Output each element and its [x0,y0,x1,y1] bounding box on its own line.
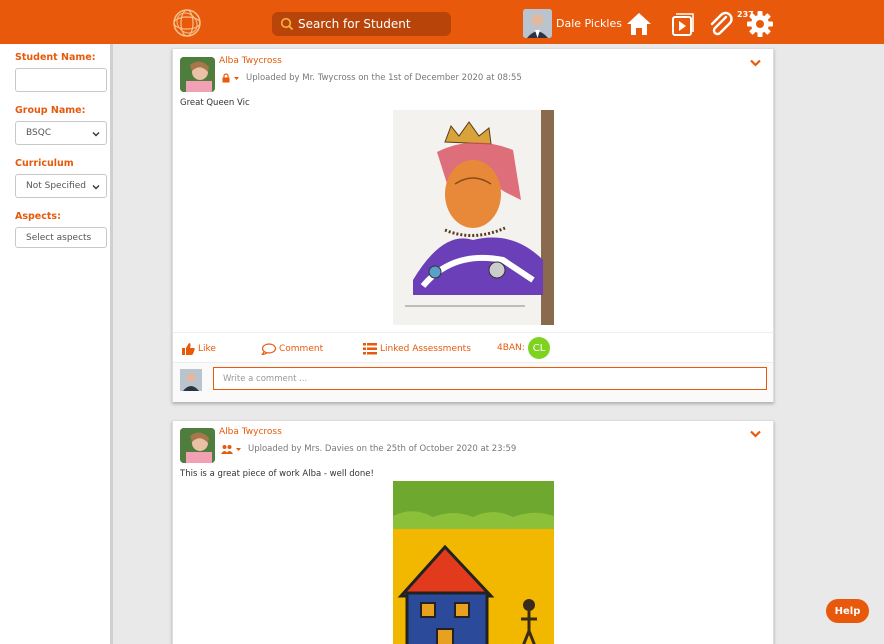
group-name-value: BSQC [26,128,52,138]
student-avatar[interactable] [180,57,215,92]
post-card: Alba Twycross Uploaded by Mrs. Davies on… [172,420,774,644]
student-name-label: Student Name: [15,52,96,63]
comment-button[interactable]: Comment [261,343,323,355]
search-student-button[interactable]: Search for Student [272,12,451,36]
student-name-input[interactable] [15,68,107,92]
chevron-down-icon[interactable] [750,430,761,438]
paperclip-icon[interactable] [706,9,736,39]
like-button[interactable]: Like [182,343,216,355]
caret-down-icon[interactable] [233,75,240,82]
commenter-avatar [180,369,202,391]
post-card: Alba Twycross Uploaded by Mr. Twycross o… [172,48,774,402]
user-name[interactable]: Dale Pickles [556,17,622,30]
chevron-down-icon [92,185,100,190]
search-label: Search for Student [298,17,411,31]
linked-assessments-label: Linked Assessments [380,344,471,354]
post-author[interactable]: Alba Twycross [219,56,282,66]
chevron-down-icon[interactable] [750,59,761,67]
curriculum-select[interactable]: Not Specified [15,174,107,198]
aspects-label: Aspects: [15,211,61,222]
commenter-avatar-image [180,369,202,391]
house-painting-image [393,481,554,644]
post-author[interactable]: Alba Twycross [219,427,282,437]
chevron-down-icon [92,132,100,137]
like-label: Like [198,344,216,354]
media-icon[interactable] [668,9,698,39]
aspects-select[interactable]: Select aspects [15,227,107,248]
post-meta: Uploaded by Mr. Twycross on the 1st of D… [221,73,522,83]
post-photo[interactable] [393,481,554,644]
help-button[interactable]: Help [826,599,869,623]
comment-icon [261,343,276,355]
post-caption: Great Queen Vic [180,98,250,108]
group-name-label: Group Name: [15,105,86,116]
filter-sidebar: Student Name: Group Name: BSQC Curriculu… [0,44,113,644]
post-caption: This is a great piece of work Alba - wel… [180,469,374,479]
caret-down-icon[interactable] [235,446,242,453]
post-meta: Uploaded by Mrs. Davies on the 25th of O… [221,444,516,454]
user-avatar[interactable] [523,9,552,38]
curriculum-value: Not Specified [26,181,86,191]
queen-drawing-image [393,110,554,325]
tag-label: 4BAN: [497,343,525,353]
group-icon[interactable] [221,444,233,454]
logo-icon[interactable] [172,8,202,38]
comment-label: Comment [279,344,324,354]
group-name-select[interactable]: BSQC [15,121,107,145]
curriculum-label: Curriculum [15,158,74,169]
home-icon[interactable] [624,9,654,39]
student-avatar-image [180,57,215,92]
user-avatar-image [523,9,552,38]
student-avatar-image [180,428,215,463]
lock-icon[interactable] [221,73,231,83]
student-avatar[interactable] [180,428,215,463]
post-photo[interactable] [393,110,554,325]
linked-assessments-button[interactable]: Linked Assessments [363,343,471,355]
post-meta-text: Uploaded by Mrs. Davies on the 25th of O… [248,444,517,454]
comment-input[interactable]: Write a comment ... [213,367,767,390]
tagged-student-badge[interactable]: CL [528,337,550,359]
list-icon [363,343,377,355]
comment-row: Write a comment ... [173,362,773,402]
settings-icon[interactable] [745,9,775,39]
search-icon [280,17,294,31]
top-bar: Search for Student Dale Pickles 237 [0,0,884,44]
post-meta-text: Uploaded by Mr. Twycross on the 1st of D… [246,73,522,83]
post-actions: Like Comment Linked Assessments 4BAN: CL [173,332,773,362]
thumbs-up-icon [182,343,195,355]
